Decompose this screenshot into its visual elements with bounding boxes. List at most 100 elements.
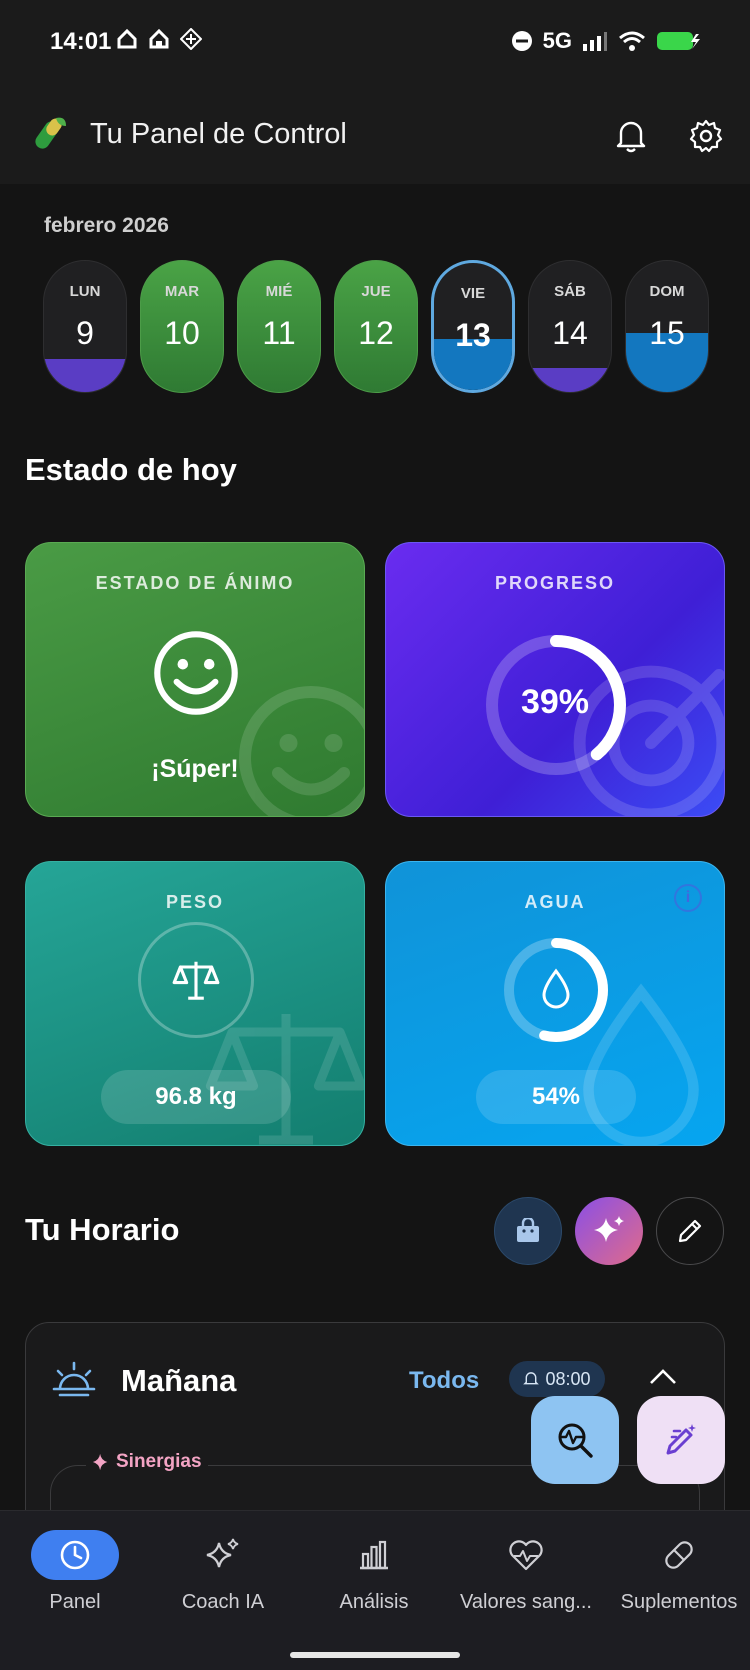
nav-label-bloodwork: Valores sang... [460,1591,592,1613]
synergies-label: Sinergias [86,1451,208,1473]
weight-value: 96.8 kg [101,1070,291,1124]
dnd-icon [511,31,532,51]
day-date: 13 [455,317,491,353]
clock-icon [60,1540,90,1570]
heart-pulse-icon [509,1540,543,1571]
day-name: LUN [69,283,101,300]
signal-icon [583,32,607,51]
bell-icon [616,121,646,153]
schedule-section-title: Tu Horario [25,1212,180,1247]
calendar-day[interactable]: DOM 15 [625,260,709,393]
gear-icon [689,119,723,153]
bell-small-icon [523,1372,540,1385]
status-bar: 14:01 5G [0,0,750,88]
today-section-title: Estado de hoy [25,452,237,487]
drop-icon [542,968,570,1009]
filter-all-link[interactable]: Todos [409,1367,479,1395]
scale-icon [172,961,220,1000]
mood-value: ¡Súper! [151,755,239,783]
calendar-day[interactable]: LUN 9 [43,260,127,393]
sparkles-icon [206,1538,239,1568]
day-date: 9 [76,315,94,351]
wifi-icon [619,31,645,51]
day-date: 10 [164,315,200,351]
water-card[interactable]: AGUA i 54% [385,861,725,1146]
reminder-time-pill[interactable]: 08:00 [509,1361,605,1397]
sparkle-small-icon [92,1453,108,1471]
log-fab-button[interactable] [637,1396,725,1484]
nav-item-panel[interactable]: Panel [0,1529,150,1614]
day-progress-fill [529,368,611,392]
edit-schedule-button[interactable] [656,1197,724,1265]
sparkles-icon [594,1216,624,1242]
nav-label-coach: Coach IA [181,1591,265,1613]
notifications-button[interactable] [609,114,653,158]
network-type: 5G [542,28,572,53]
mood-card[interactable]: ESTADO DE ÁNIMO ¡Súper! [25,542,365,817]
info-icon[interactable]: i [674,884,702,912]
weight-card[interactable]: PESO 96.8 kg [25,861,365,1146]
morning-title: Mañana [121,1363,237,1398]
day-date: 15 [649,315,685,351]
app-logo-icon [35,117,66,149]
bottom-navigation: Panel Coach IA Análisis Valores sang... … [0,1510,750,1670]
day-name: JUE [361,283,391,300]
weight-label: PESO [165,892,225,912]
settings-button[interactable] [684,114,728,158]
app-header: Tu Panel de Control [0,88,750,184]
calendar-day[interactable]: SÁB 14 [528,260,612,393]
progress-label: PROGRESO [494,573,616,593]
nav-label-panel: Panel [49,1591,101,1613]
home-indicator [290,1652,460,1658]
progress-card[interactable]: PROGRESO 39% [385,542,725,817]
diamond-grid-icon [180,28,202,50]
house-shield-icon [149,28,169,49]
sunrise-icon [52,1361,96,1397]
day-date: 11 [262,315,296,351]
page-title: Tu Panel de Control [90,118,347,150]
status-time: 14:01 [50,28,112,55]
nav-active-indicator [31,1530,119,1580]
home-icon [117,28,137,49]
nav-item-bloodwork[interactable]: Valores sang... [451,1529,601,1614]
progress-value: 39% [520,683,590,721]
nav-item-coach[interactable]: Coach IA [148,1529,298,1614]
calendar-day[interactable]: MIÉ 11 [237,260,321,393]
calendar-day[interactable]: VIE 13 [431,260,515,393]
day-date: 12 [358,315,394,351]
calendar-day[interactable]: JUE 12 [334,260,418,393]
nav-item-analysis[interactable]: Análisis [299,1529,449,1614]
day-name: SÁB [554,283,586,300]
analyze-fab-button[interactable] [531,1396,619,1484]
pill-icon [665,1541,693,1569]
smiley-icon [154,631,238,715]
week-strip: LUN 9 MAR 10 MIÉ 11 JUE 12 VIE 13 SÁB 14 DOM 15 [43,260,709,393]
calendar-month: febrero 2026 [44,214,169,237]
shop-button[interactable] [494,1197,562,1265]
reminder-time: 08:00 [545,1368,591,1389]
day-name: VIE [460,285,486,302]
mood-watermark-icon [239,686,364,816]
status-notification-icons [116,28,202,50]
day-name: MIÉ [265,283,293,300]
nav-label-supplements: Suplementos [620,1591,738,1613]
ai-suggest-button[interactable] [575,1197,643,1265]
day-name: MAR [164,283,200,300]
nav-item-supplements[interactable]: Suplementos [604,1529,750,1614]
shopping-bag-icon [517,1218,539,1242]
mood-label: ESTADO DE ÁNIMO [95,573,295,593]
battery-icon [657,32,700,50]
search-pulse-icon [558,1423,593,1458]
weight-icon-circle [138,922,254,1038]
calendar-day[interactable]: MAR 10 [140,260,224,393]
chevron-up-icon[interactable] [648,1367,678,1387]
bar-chart-icon [360,1540,388,1570]
water-ring [504,938,608,1042]
water-value: 54% [476,1070,636,1124]
day-date: 14 [552,315,588,351]
day-progress-fill [44,359,126,392]
nav-label-analysis: Análisis [339,1591,409,1613]
pencil-icon [678,1219,702,1243]
magic-pencil-icon [666,1424,696,1455]
day-name: DOM [649,283,685,300]
